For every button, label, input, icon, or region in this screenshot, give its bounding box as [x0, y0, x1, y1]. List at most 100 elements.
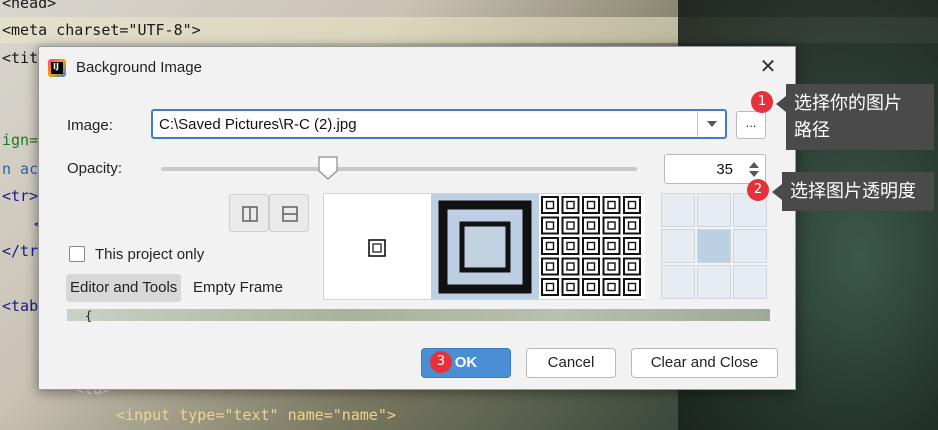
tile-square-inner: [545, 282, 555, 292]
annotation-badge-2: 2: [747, 179, 769, 201]
tile-square: [541, 257, 559, 276]
fill-mode-scale-option[interactable]: [431, 194, 539, 299]
tile-square: [582, 216, 600, 235]
anchor-cell[interactable]: [733, 229, 767, 263]
tile-square-inner: [545, 262, 555, 271]
flip-horizontal-icon: [242, 206, 258, 222]
flip-vertical-icon: [282, 206, 298, 222]
tile-square-inner: [566, 241, 575, 251]
tile-square: [582, 257, 600, 276]
anchor-cell[interactable]: [697, 265, 731, 299]
tile-square-inner: [545, 200, 555, 210]
tile-square-inner: [566, 282, 575, 292]
anchor-cell[interactable]: [661, 193, 695, 227]
tile-square-inner: [566, 200, 575, 210]
this-project-only-label[interactable]: This project only: [95, 246, 204, 263]
tile-square: [541, 196, 559, 214]
tile-square-inner: [545, 241, 555, 251]
code-line: ign=: [2, 131, 39, 149]
tile-square-inner: [607, 241, 616, 251]
anchor-cell[interactable]: [733, 265, 767, 299]
tile-square: [623, 237, 641, 255]
preview-strip: [67, 309, 770, 321]
tile-square-inner: [627, 241, 637, 251]
tile-square-inner: [607, 221, 616, 230]
annotation-badge-1: 1: [751, 91, 773, 113]
tile-square: [561, 257, 580, 276]
tile-square: [582, 278, 600, 296]
tile-square: [602, 216, 621, 235]
code-line: <input type="text" name="name">: [116, 406, 396, 424]
opacity-spinner[interactable]: 35: [664, 154, 766, 184]
dialog-title: Background Image: [76, 59, 202, 76]
annotation-tooltip-1: 选择你的图片 路径: [776, 84, 934, 150]
clear-and-close-button[interactable]: Clear and Close: [631, 348, 778, 378]
cancel-button[interactable]: Cancel: [526, 348, 616, 378]
tile-square-inner: [586, 221, 596, 230]
tile-square: [623, 196, 641, 214]
tab-empty-frame[interactable]: Empty Frame: [189, 274, 287, 302]
image-path-combobox[interactable]: C:\Saved Pictures\R-C (2).jpg: [151, 109, 727, 139]
opacity-label: Opacity:: [67, 160, 123, 177]
annotation-text: 选择图片透明度: [790, 181, 916, 201]
spinner-down-icon[interactable]: [749, 171, 759, 177]
annotation-tooltip-2: 选择图片透明度: [772, 172, 934, 211]
this-project-only-checkbox[interactable]: [69, 246, 85, 262]
image-label: Image:: [67, 117, 113, 134]
opacity-slider-thumb[interactable]: [317, 156, 338, 180]
dialog-titlebar: IJ Background Image ✕: [39, 47, 795, 87]
tile-square-inner: [607, 262, 616, 271]
chevron-down-icon[interactable]: [697, 111, 725, 137]
browse-button[interactable]: ...: [736, 111, 766, 139]
tile-square-inner: [566, 221, 575, 230]
preview-strip-text: {: [85, 309, 93, 323]
anchor-cell[interactable]: [661, 265, 695, 299]
tile-square-inner: [586, 200, 596, 210]
fill-mode-center-option[interactable]: [324, 194, 431, 299]
fill-mode-previews: [323, 193, 645, 300]
flip-vertical-button[interactable]: [269, 194, 309, 232]
tile-square: [541, 278, 559, 296]
tile-square: [623, 278, 641, 296]
code-line: <tr>: [2, 187, 39, 205]
tile-square: [561, 237, 580, 255]
tile-square-inner: [607, 282, 616, 292]
tile-square-inner: [586, 262, 596, 271]
tile-square: [602, 237, 621, 255]
tile-square: [561, 216, 580, 235]
tile-square: [602, 196, 621, 214]
tile-square: [541, 237, 559, 255]
tile-square-inner: [627, 200, 637, 210]
spinner-up-icon[interactable]: [749, 162, 759, 168]
annotation-text: 路径: [794, 120, 830, 140]
opacity-value[interactable]: 35: [716, 161, 733, 178]
tile-square-inner: [607, 200, 616, 210]
tile-square: [582, 237, 600, 255]
opacity-slider-track[interactable]: [161, 167, 637, 171]
annotation-text: 选择你的图片: [794, 93, 902, 113]
tab-editor-and-tools[interactable]: Editor and Tools: [66, 274, 182, 302]
tile-square: [561, 278, 580, 296]
flip-horizontal-button[interactable]: [229, 194, 269, 232]
tile-square: [602, 278, 621, 296]
tile-square: [561, 196, 580, 214]
image-path-value[interactable]: C:\Saved Pictures\R-C (2).jpg: [159, 116, 357, 133]
close-icon[interactable]: ✕: [757, 56, 779, 78]
tile-square: [582, 196, 600, 214]
code-line: <head>: [2, 0, 57, 12]
anchor-position-grid: [661, 193, 769, 301]
tile-square-inner: [586, 282, 596, 292]
anchor-cell[interactable]: [697, 193, 731, 227]
tile-square-inner: [545, 221, 555, 230]
anchor-cell-selected[interactable]: [697, 229, 731, 263]
background-image-dialog: IJ Background Image ✕ Image: C:\Saved Pi…: [38, 46, 796, 390]
fill-mode-tile-option[interactable]: [539, 194, 645, 299]
tile-square-inner: [586, 241, 596, 251]
tile-square-inner: [627, 282, 637, 292]
tile-square: [602, 257, 621, 276]
anchor-cell[interactable]: [661, 229, 695, 263]
tile-square: [623, 216, 641, 235]
tile-square: [623, 257, 641, 276]
intellij-app-icon: IJ: [48, 59, 66, 77]
annotation-badge-3: 3: [430, 351, 452, 373]
